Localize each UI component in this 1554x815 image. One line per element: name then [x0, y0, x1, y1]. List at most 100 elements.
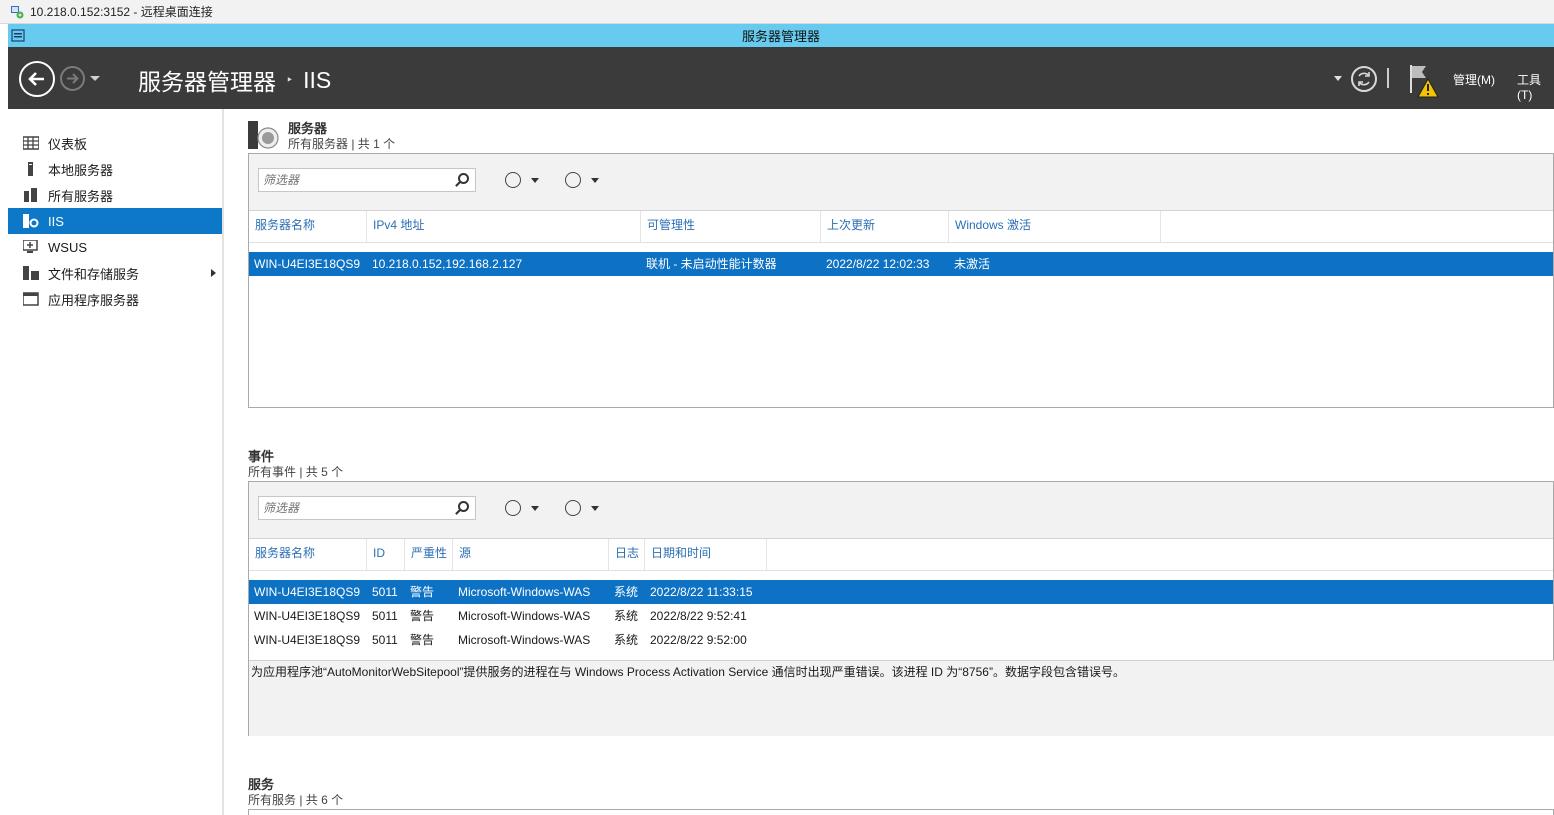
servers-subtitle: 所有服务器 | 共 1 个 — [288, 137, 396, 151]
services-subtitle: 所有服务 | 共 6 个 — [248, 793, 344, 807]
cell-activation: 未激活 — [954, 257, 991, 271]
sidebar-item-label: 本地服务器 — [48, 162, 114, 178]
servers-toolbar — [249, 154, 1553, 211]
chevron-down-icon[interactable] — [591, 506, 599, 511]
app-header: 服务器管理器 ‣ IIS 管理(M) 工具(T) — [8, 47, 1554, 109]
column-id[interactable]: ID — [367, 539, 405, 571]
cell-source: Microsoft-Windows-WAS — [458, 585, 591, 599]
column-windows-activation[interactable]: Windows 激活 — [949, 211, 1161, 243]
events-subtitle: 所有事件 | 共 5 个 — [248, 465, 344, 479]
cell-ipv4: 10.218.0.152,192.168.2.127 — [372, 257, 523, 271]
breadcrumb-root[interactable]: 服务器管理器 — [138, 63, 276, 97]
sidebar-item-label: 文件和存储服务 — [48, 266, 140, 282]
cell-log: 系统 — [614, 609, 639, 623]
cell-log: 系统 — [614, 585, 639, 599]
cell-id: 5011 — [372, 609, 398, 623]
cell-severity: 警告 — [410, 609, 435, 623]
sidebar-item-label: 应用程序服务器 — [48, 292, 140, 308]
refresh-button[interactable] — [1351, 66, 1377, 92]
chevron-right-icon[interactable] — [211, 269, 216, 277]
table-row[interactable]: WIN-U4EI3E18QS9 5011 警告 Microsoft-Window… — [249, 580, 1553, 604]
header-divider — [1387, 68, 1389, 88]
header-dropdown-icon[interactable] — [1334, 76, 1342, 81]
file-storage-icon — [23, 266, 39, 280]
table-row[interactable]: WIN-U4EI3E18QS9 10.218.0.152,192.168.2.1… — [249, 252, 1553, 276]
remote-desktop-icon — [10, 5, 24, 19]
column-last-update[interactable]: 上次更新 — [821, 211, 949, 243]
save-query-icon[interactable] — [565, 500, 581, 516]
forward-button[interactable] — [60, 66, 85, 91]
menu-tools[interactable]: 工具(T) — [1517, 71, 1554, 102]
search-icon[interactable] — [458, 173, 469, 184]
sidebar-item-file-storage[interactable]: 文件和存储服务 — [8, 260, 222, 286]
event-detail: 为应用程序池“AutoMonitorWebSitepool”提供服务的进程在与 … — [249, 660, 1554, 736]
chevron-down-icon[interactable] — [531, 506, 539, 511]
chevron-down-icon[interactable] — [591, 178, 599, 183]
rdp-window-title: 10.218.0.152:3152 - 远程桌面连接 — [30, 5, 213, 19]
events-panel: 服务器名称 ID 严重性 源 日志 日期和时间 WIN-U4EI3E18QS9 … — [248, 481, 1554, 736]
list-options-icon[interactable] — [505, 500, 521, 516]
events-toolbar — [249, 482, 1553, 539]
save-query-icon[interactable] — [565, 172, 581, 188]
events-filter-input[interactable] — [259, 497, 449, 519]
servers-filter[interactable] — [258, 168, 476, 192]
cell-datetime: 2022/8/22 11:33:15 — [650, 585, 753, 599]
cell-server-name: WIN-U4EI3E18QS9 — [254, 585, 361, 599]
history-dropdown-icon[interactable] — [90, 76, 100, 81]
cell-severity: 警告 — [410, 585, 435, 599]
cell-datetime: 2022/8/22 9:52:41 — [650, 609, 747, 623]
breadcrumb-current: IIS — [303, 66, 332, 93]
app-server-icon — [22, 292, 39, 306]
cell-datetime: 2022/8/22 9:52:00 — [650, 633, 747, 647]
wsus-icon — [22, 239, 39, 254]
back-button[interactable] — [19, 61, 55, 97]
column-server-name[interactable]: 服务器名称 — [249, 211, 367, 243]
iis-icon — [23, 214, 39, 228]
all-servers-icon — [23, 188, 39, 202]
column-source[interactable]: 源 — [453, 539, 609, 571]
servers-panel: 服务器名称 IPv4 地址 可管理性 上次更新 Windows 激活 WIN-U… — [248, 153, 1554, 408]
sidebar-item-iis[interactable]: IIS — [8, 208, 222, 234]
cell-id: 5011 — [372, 633, 398, 647]
table-row[interactable]: WIN-U4EI3E18QS9 5011 警告 Microsoft-Window… — [249, 604, 1553, 628]
cell-severity: 警告 — [410, 633, 435, 647]
app-title-strip: 服务器管理器 — [8, 24, 1554, 47]
table-row[interactable]: WIN-U4EI3E18QS9 5011 警告 Microsoft-Window… — [249, 628, 1553, 652]
sidebar-item-label: 仪表板 — [48, 136, 88, 152]
column-log[interactable]: 日志 — [609, 539, 645, 571]
cell-source: Microsoft-Windows-WAS — [458, 633, 591, 647]
column-manageability[interactable]: 可管理性 — [641, 211, 821, 243]
column-datetime[interactable]: 日期和时间 — [645, 539, 767, 571]
list-options-icon[interactable] — [505, 172, 521, 188]
column-severity[interactable]: 严重性 — [405, 539, 453, 571]
cell-source: Microsoft-Windows-WAS — [458, 609, 591, 623]
server-manager-icon — [11, 28, 26, 43]
sidebar: 仪表板 本地服务器 所有服务器 IIS WSUS 文件和存储服务 应用程序服务器 — [8, 109, 224, 815]
sidebar-item-all-servers[interactable]: 所有服务器 — [8, 182, 222, 208]
cell-id: 5011 — [372, 585, 398, 599]
refresh-icon — [1358, 72, 1370, 86]
cell-log: 系统 — [614, 633, 639, 647]
sidebar-item-local-server[interactable]: 本地服务器 — [8, 156, 222, 182]
main-content: 服务器 所有服务器 | 共 1 个 服务器名称 IPv4 地址 可管理性 上次更… — [226, 109, 1554, 815]
sidebar-item-dashboard[interactable]: 仪表板 — [8, 130, 222, 156]
servers-filter-input[interactable] — [259, 169, 449, 191]
sidebar-item-wsus[interactable]: WSUS — [8, 234, 222, 260]
menu-manage[interactable]: 管理(M) — [1453, 71, 1495, 88]
column-server-name[interactable]: 服务器名称 — [249, 539, 367, 571]
rdp-title-bar: 10.218.0.152:3152 - 远程桌面连接 — [0, 0, 1554, 24]
chevron-down-icon[interactable] — [531, 178, 539, 183]
arrow-right-icon — [67, 73, 79, 84]
cell-manageability: 联机 - 未启动性能计数器 — [646, 257, 777, 271]
cell-server-name: WIN-U4EI3E18QS9 — [254, 633, 361, 647]
cell-server-name: WIN-U4EI3E18QS9 — [254, 257, 361, 271]
breadcrumb: 服务器管理器 ‣ IIS — [138, 63, 331, 97]
search-icon[interactable] — [458, 501, 469, 512]
events-list: WIN-U4EI3E18QS9 5011 警告 Microsoft-Window… — [249, 580, 1553, 652]
events-filter[interactable] — [258, 496, 476, 520]
column-ipv4[interactable]: IPv4 地址 — [367, 211, 641, 243]
services-panel — [248, 809, 1554, 815]
servers-section-icon — [248, 119, 282, 149]
sidebar-item-app-server[interactable]: 应用程序服务器 — [8, 286, 222, 312]
notifications-flag-icon[interactable] — [1408, 63, 1442, 99]
